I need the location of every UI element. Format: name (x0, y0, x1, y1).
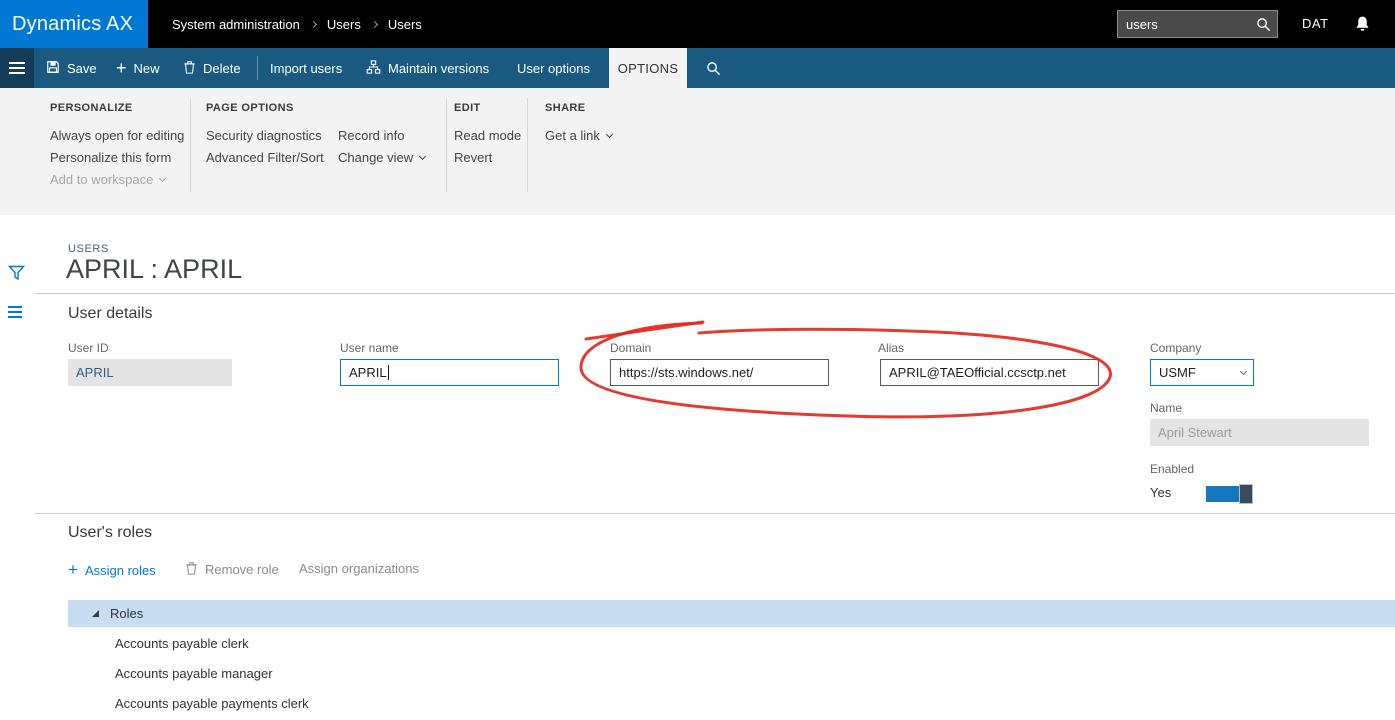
enabled-value: Yes (1150, 485, 1171, 500)
remove-role-button[interactable]: Remove role (185, 561, 279, 578)
advanced-filter-sort[interactable]: Advanced Filter/Sort (206, 150, 324, 165)
save-button[interactable]: Save (46, 48, 97, 88)
ribbon-divider (190, 98, 191, 192)
collapse-triangle-icon (92, 610, 99, 617)
save-icon (46, 60, 60, 77)
add-to-workspace[interactable]: Add to workspace (50, 172, 165, 187)
name-label: Name (1150, 401, 1182, 415)
roles-group-label: Roles (110, 606, 143, 621)
hamburger-menu-icon[interactable] (0, 48, 34, 88)
user-name-label: User name (340, 341, 399, 355)
group-header-share: SHARE (545, 102, 586, 114)
breadcrumb-separator-icon (371, 21, 378, 28)
trash-icon (183, 60, 196, 77)
breadcrumb-users-page[interactable]: Users (388, 17, 422, 32)
read-mode[interactable]: Read mode (454, 128, 521, 143)
options-ribbon: PERSONALIZE Always open for editing Pers… (0, 88, 1395, 215)
filter-icon[interactable] (8, 265, 25, 286)
chevron-down-icon (606, 130, 613, 137)
ribbon-divider (446, 98, 447, 192)
user-options-button[interactable]: User options (517, 48, 590, 88)
maintain-versions-icon (366, 60, 381, 77)
group-header-edit: EDIT (454, 102, 481, 114)
maintain-versions-button[interactable]: Maintain versions (366, 48, 489, 88)
user-details-header: User details (68, 305, 152, 323)
account-menu[interactable]: DAT (1302, 0, 1329, 48)
delete-button[interactable]: Delete (183, 48, 241, 88)
chevron-down-icon (419, 152, 426, 159)
list-view-icon[interactable] (8, 306, 22, 321)
search-icon[interactable] (1249, 11, 1277, 37)
plus-icon: + (116, 59, 127, 77)
role-row[interactable]: Accounts payable clerk (115, 636, 249, 651)
page-title: APRIL : APRIL (66, 254, 242, 285)
assign-organizations-button[interactable]: Assign organizations (299, 561, 419, 576)
chevron-down-icon (159, 174, 166, 181)
alias-field[interactable]: APRIL@TAEOfficial.ccsctp.net (880, 359, 1099, 386)
always-open-for-editing[interactable]: Always open for editing (50, 128, 184, 143)
toggle-knob (1239, 484, 1253, 504)
app-logo[interactable]: Dynamics AX (0, 0, 148, 48)
record-info[interactable]: Record info (338, 128, 404, 143)
top-navigation-bar: Dynamics AX System administration Users … (0, 0, 1395, 48)
company-label: Company (1150, 341, 1201, 355)
role-row[interactable]: Accounts payable manager (115, 666, 273, 681)
alias-label: Alias (878, 341, 904, 355)
plus-icon: + (68, 561, 78, 579)
user-id-label: User ID (68, 341, 109, 355)
user-id-field[interactable]: APRIL (68, 359, 232, 386)
get-a-link[interactable]: Get a link (545, 128, 612, 143)
chevron-down-icon (1240, 368, 1247, 375)
role-row[interactable]: Accounts payable payments clerk (115, 696, 309, 711)
breadcrumb-system-administration[interactable]: System administration (172, 17, 300, 32)
domain-field[interactable]: https://sts.windows.net/ (610, 359, 829, 386)
section-divider (35, 293, 1395, 294)
global-search-input[interactable] (1118, 17, 1249, 32)
breadcrumb: System administration Users Users (172, 0, 422, 48)
roles-group-header[interactable]: Roles (68, 600, 1395, 627)
trash-icon (185, 561, 198, 578)
revert[interactable]: Revert (454, 150, 492, 165)
security-diagnostics[interactable]: Security diagnostics (206, 128, 322, 143)
breadcrumb-separator-icon (310, 21, 317, 28)
notifications-bell-icon[interactable] (1354, 15, 1371, 38)
enabled-toggle[interactable] (1206, 486, 1253, 502)
company-select[interactable]: USMF (1150, 359, 1254, 386)
domain-label: Domain (610, 341, 651, 355)
import-users-button[interactable]: Import users (270, 48, 342, 88)
text-cursor (388, 365, 389, 380)
tab-options[interactable]: OPTIONS (609, 48, 687, 88)
global-search-box (1117, 10, 1278, 38)
users-roles-header: User's roles (68, 524, 152, 542)
assign-roles-button[interactable]: + Assign roles (68, 561, 156, 579)
breadcrumb-users[interactable]: Users (327, 17, 361, 32)
user-name-field[interactable]: APRIL (340, 359, 559, 386)
group-header-page-options: PAGE OPTIONS (206, 102, 294, 114)
toolbar-divider (257, 56, 258, 80)
action-pane-toolbar: Save + New Delete Import users Maintain … (0, 48, 1395, 88)
toolbar-search-icon[interactable] (697, 48, 729, 88)
change-view[interactable]: Change view (338, 150, 425, 165)
section-divider (35, 513, 1395, 514)
app-window: Dynamics AX System administration Users … (0, 0, 1395, 720)
name-field: April Stewart (1150, 419, 1369, 446)
new-button[interactable]: + New (116, 48, 160, 88)
enabled-label: Enabled (1150, 462, 1194, 476)
group-header-personalize: PERSONALIZE (50, 102, 133, 114)
personalize-this-form[interactable]: Personalize this form (50, 150, 171, 165)
ribbon-divider (527, 98, 528, 192)
